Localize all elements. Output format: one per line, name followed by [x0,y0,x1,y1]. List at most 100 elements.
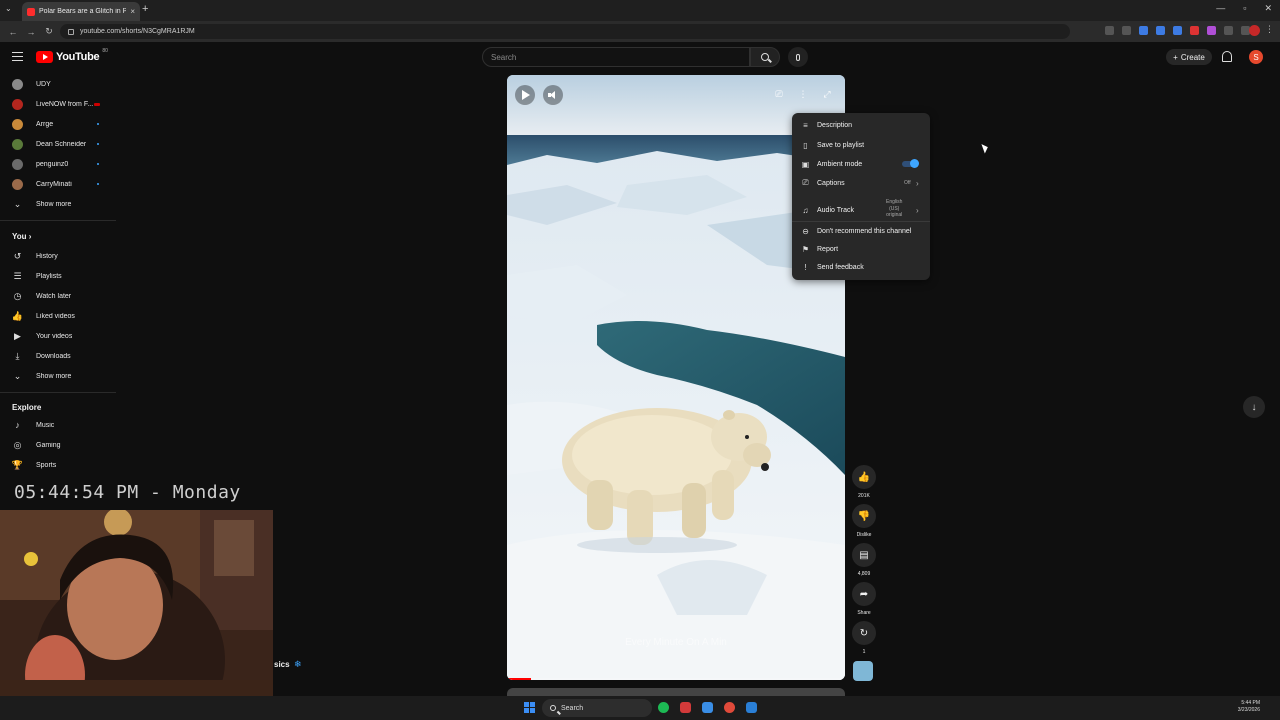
tab-close-icon[interactable]: × [130,7,135,16]
browser-tab-strip: ⌄ Polar Bears are a Glitch in Phys × + —… [0,0,1280,21]
search-button[interactable] [750,47,780,67]
site-info-icon[interactable] [68,28,74,35]
taskbar-search[interactable]: Search [542,699,652,717]
notifications-bell-icon[interactable] [1222,51,1232,62]
windows-start-icon[interactable] [524,702,535,713]
sidebar-show-more-subscriptions[interactable]: ⌄ Show more [0,195,116,213]
menu-item-label: Audio Track [817,206,854,214]
sound-thumbnail[interactable] [853,661,873,681]
menu-item-ambient-mode[interactable]: ▣ Ambient mode [792,156,930,172]
maximize-icon[interactable]: ▫ [1243,3,1246,14]
streamer-webcam [0,510,273,720]
comments-button[interactable]: ▤ 4,809 [851,543,877,577]
sidebar-item-sports[interactable]: 🏆 Sports [0,456,116,474]
extension-icon[interactable] [1139,26,1148,35]
create-button[interactable]: + Create [1166,49,1212,65]
like-button[interactable]: 👍 201K [851,465,877,499]
next-short-button[interactable]: ↓ [1243,396,1265,418]
sidebar-show-more-you[interactable]: ⌄ Show more [0,367,116,385]
spotify-icon[interactable] [658,702,669,713]
taskbar-search-label: Search [561,704,584,712]
play-button[interactable] [515,85,535,105]
menu-item-don-t-recommend-this-channel[interactable]: ⊖ Don't recommend this channel [792,223,930,239]
close-window-icon[interactable]: ✕ [1264,3,1272,14]
address-bar[interactable]: youtube.com/shorts/N3CgMRA1RJM [60,24,1070,39]
sidebar-item-liked-videos[interactable]: 👍 Liked videos [0,307,116,325]
app-icon[interactable] [746,702,757,713]
extension-icon[interactable] [1207,26,1216,35]
your-videos-icon: ▶ [14,330,21,341]
partial-sidebar-text: sics [274,660,290,669]
minimize-icon[interactable]: — [1216,3,1225,14]
dislike-button[interactable]: 👎 Dislike [851,504,877,538]
mute-button[interactable] [543,85,563,105]
sidebar-item-history[interactable]: ↺ History [0,247,116,265]
menu-item-report[interactable]: ⚑ Report [792,241,930,257]
downloads-icon: ⤓ [15,350,20,361]
remix-button[interactable]: ↻ 1 [851,621,877,655]
extension-icon[interactable] [1173,26,1182,35]
sidebar-item-playlists[interactable]: ☰ Playlists [0,267,116,285]
sidebar-item-your-videos[interactable]: ▶ Your videos [0,327,116,345]
captions-toggle-icon[interactable]: ⎚ [773,89,785,101]
forward-icon[interactable]: → [26,27,36,37]
sidebar-item-label: Downloads [36,352,71,360]
back-icon[interactable]: ← [8,27,18,37]
menu-item-captions[interactable]: ⎚ Captions Off › [792,175,930,191]
tab-search-menu-icon[interactable]: ⌄ [5,4,12,13]
reload-icon[interactable]: ↻ [44,26,54,37]
ambient-mode-icon: ▣ [801,159,810,169]
sidebar-item-label: Show more [36,200,72,208]
tab-title: Polar Bears are a Glitch in Phys [39,8,127,15]
sidebar-item-subscription[interactable]: CarryMinati [0,175,116,193]
browser-profile-avatar[interactable] [1249,25,1260,36]
sidebar-item-subscription[interactable]: UDY [0,75,116,93]
sidebar-item-subscription[interactable]: Dean Schneider [0,135,116,153]
chrome-icon[interactable] [724,702,735,713]
channel-avatar [12,178,23,190]
menu-item-send-feedback[interactable]: ! Send feedback [792,259,930,275]
app-icon[interactable] [680,702,691,713]
remix-icon: ↻ [852,621,876,645]
ambient-mode-toggle[interactable] [902,159,919,168]
speaker-muted-icon [548,91,558,99]
sidebar-item-subscription[interactable]: Arrge [0,115,116,133]
sidebar-item-label: Watch later [36,292,72,300]
system-clock[interactable]: 5:44 PM 3/23/2026 [1238,700,1260,714]
share-button[interactable]: ➦ Share [851,582,877,616]
install-app-icon[interactable] [1105,26,1114,35]
sidebar-item-music[interactable]: ♪ Music [0,416,116,434]
sidebar-item-subscription[interactable]: penguinz0 [0,155,116,173]
fullscreen-icon[interactable]: ⤢ [821,89,833,101]
file-explorer-icon[interactable] [702,702,713,713]
sidebar-item-label: Arrge [36,120,54,128]
new-tab-button[interactable]: + [142,3,148,15]
hamburger-menu-icon[interactable] [12,52,23,61]
menu-item-save-to-playlist[interactable]: ▯ Save to playlist [792,137,930,153]
search-input[interactable]: Search [482,47,750,67]
menu-item-description[interactable]: ≡ Description [792,117,930,133]
youtube-logo[interactable]: YouTube 80 [36,48,108,63]
extension-icon[interactable] [1224,26,1233,35]
watch-later-icon: ◷ [13,290,22,301]
voice-search-button[interactable] [788,47,808,67]
bookmark-star-icon[interactable] [1122,26,1131,35]
browser-tab-active[interactable]: Polar Bears are a Glitch in Phys × [22,2,140,21]
remix-count: 1 [862,649,866,655]
more-options-icon[interactable]: ⋮ [797,89,809,101]
browser-menu-icon[interactable]: ⋮ [1265,24,1274,35]
search-icon [550,705,556,711]
extension-icon[interactable] [1190,26,1199,35]
block-icon: ⊖ [802,226,809,236]
sidebar-item-watch-later[interactable]: ◷ Watch later [0,287,116,305]
menu-item-audio-track[interactable]: ♫ Audio Track English (US) original › [792,199,930,221]
extension-icon[interactable] [1156,26,1165,35]
live-indicator [94,102,100,106]
account-avatar[interactable]: S [1249,50,1263,64]
share-label: Share [857,610,871,616]
sidebar-item-downloads[interactable]: ⤓ Downloads [0,347,116,365]
sidebar-heading-you[interactable]: You › [12,232,31,241]
sidebar-item-subscription[interactable]: LiveNOW from F... [0,95,116,113]
video-progress-bar[interactable] [507,678,845,680]
sidebar-item-gaming[interactable]: ◎ Gaming [0,436,116,454]
